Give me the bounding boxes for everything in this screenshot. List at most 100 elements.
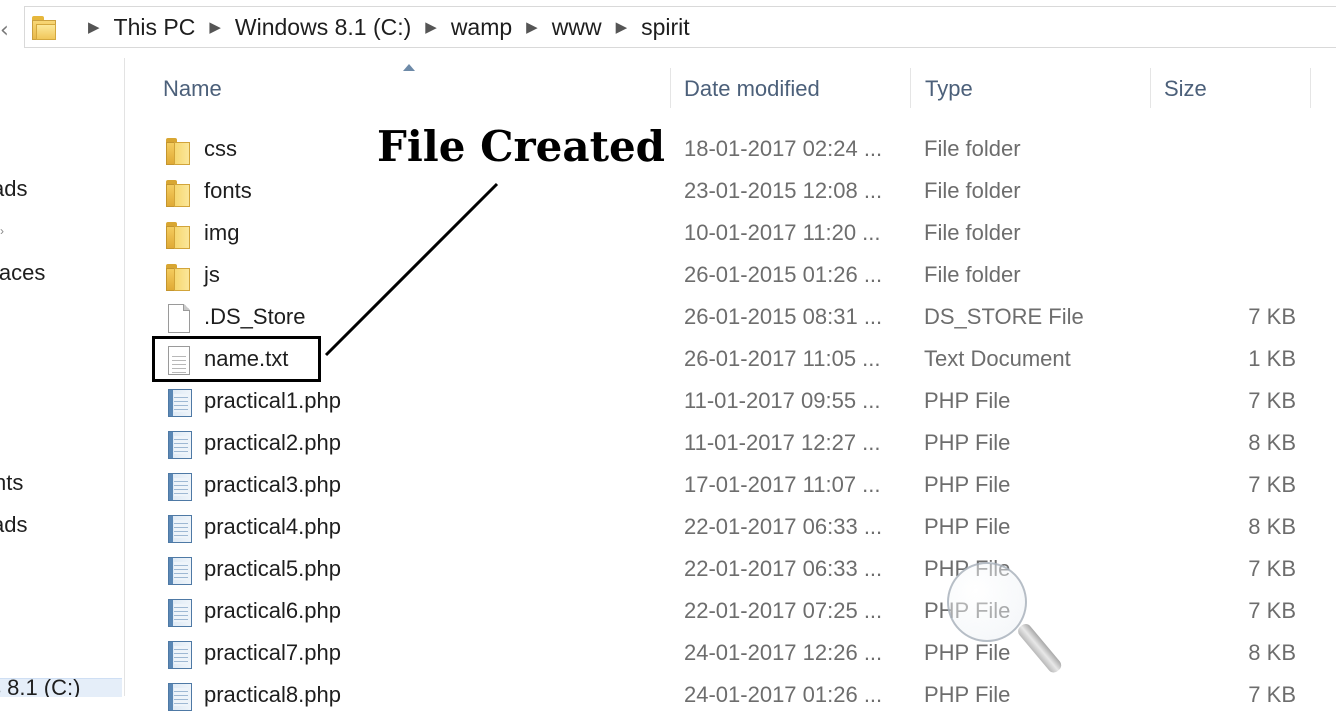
column-divider[interactable] [1150, 68, 1151, 108]
column-header-size[interactable]: Size [1164, 76, 1207, 102]
file-row[interactable]: name.txt 26-01-2017 11:05 ... Text Documen… [150, 338, 1320, 380]
file-row[interactable]: practical7.php 24-01-2017 12:26 ... PHP Fi… [150, 632, 1320, 674]
sort-ascending-icon [403, 64, 415, 71]
file-size: 1 KB [1248, 346, 1296, 371]
file-type: File folder [924, 262, 1021, 287]
file-row[interactable]: js 26-01-2015 01:26 ... File folder [150, 254, 1320, 296]
chevron-right-icon[interactable]: ▶ [526, 18, 538, 36]
file-name: practical4.php [204, 514, 341, 539]
file-row[interactable]: practical3.php 17-01-2017 11:07 ... PHP Fi… [150, 464, 1320, 506]
folder-icon [166, 220, 194, 250]
file-name: practical3.php [204, 472, 341, 497]
nav-item[interactable]: nts [0, 470, 23, 496]
file-name: practical5.php [204, 556, 341, 581]
breadcrumb-drive[interactable]: Windows 8.1 (C:) [235, 14, 411, 41]
php-file-icon [166, 640, 194, 670]
file-date-modified: 22-01-2017 06:33 ... [684, 514, 883, 539]
chevron-right-icon[interactable]: ▶ [88, 18, 100, 36]
file-name: practical8.php [204, 682, 341, 707]
file-size: 7 KB [1248, 556, 1296, 581]
file-size: 8 KB [1248, 640, 1296, 665]
file-row[interactable]: .DS_Store 26-01-2015 08:31 ... DS_STORE Fi… [150, 296, 1320, 338]
php-file-icon [166, 430, 194, 460]
nav-item[interactable]: ads [0, 512, 27, 538]
file-date-modified: 22-01-2017 06:33 ... [684, 556, 883, 581]
file-date-modified: 10-01-2017 11:20 ... [684, 220, 881, 245]
up-chevron-icon[interactable]: ‹ [0, 18, 9, 43]
breadcrumb-spirit[interactable]: spirit [641, 14, 690, 41]
blank-file-icon [166, 304, 194, 334]
file-size: 8 KB [1248, 430, 1296, 455]
breadcrumb-wamp[interactable]: wamp [451, 14, 512, 41]
file-row[interactable]: practical5.php22-01-2017 06:33 ...PHP Fi… [150, 548, 1320, 590]
file-type: DS_STORE File [924, 304, 1084, 329]
file-row[interactable]: practical2.php 11-01-2017 12:27 ... PHP Fi… [150, 422, 1320, 464]
chevron-right-icon[interactable]: ▶ [425, 18, 437, 36]
file-row[interactable]: css 18-01-2017 02:24 ... File folder [150, 128, 1320, 170]
breadcrumb-www[interactable]: www [552, 14, 602, 41]
php-file-icon [166, 682, 194, 712]
file-type: PHP File [924, 514, 1011, 539]
folder-icon [166, 136, 194, 166]
nav-item-label: s 8.1 (C:) [0, 678, 81, 697]
file-type: File folder [924, 136, 1021, 161]
file-row[interactable]: img 10-01-2017 11:20 ... File folder [150, 212, 1320, 254]
column-divider[interactable] [670, 68, 671, 108]
file-date-modified: 17-01-2017 11:07 ... [684, 472, 881, 497]
file-row[interactable]: practical1.php 11-01-2017 09:55 ... PHP Fi… [150, 380, 1320, 422]
file-name: practical2.php [204, 430, 341, 455]
file-date-modified: 11-01-2017 12:27 ... [684, 430, 881, 455]
navigation-pane: ads › laces nts ads s 8.1 (C:) [0, 58, 125, 697]
file-type: Text Document [924, 346, 1071, 371]
file-date-modified: 11-01-2017 09:55 ... [684, 388, 881, 413]
file-size: 7 KB [1248, 388, 1296, 413]
file-date-modified: 23-01-2015 12:08 ... [684, 178, 883, 203]
column-divider[interactable] [910, 68, 911, 108]
column-divider[interactable] [1310, 68, 1311, 108]
nav-expand-icon[interactable]: › [0, 224, 4, 238]
file-name: practical7.php [204, 640, 341, 665]
file-type: PHP File [924, 640, 1011, 665]
file-date-modified: 26-01-2015 01:26 ... [684, 262, 883, 287]
file-date-modified: 24-01-2017 12:26 ... [684, 640, 883, 665]
file-row[interactable]: practical4.php 22-01-2017 06:33 ... PHP Fi… [150, 506, 1320, 548]
file-row[interactable]: practical8.php 24-01-2017 01:26 ... PHP Fi… [150, 674, 1320, 716]
chevron-right-icon[interactable]: ▶ [616, 18, 628, 36]
breadcrumb-this-pc[interactable]: This PC [114, 14, 196, 41]
file-row[interactable]: practical6.php22-01-2017 07:25 ...PHP Fi… [150, 590, 1320, 632]
php-file-icon [166, 556, 194, 586]
chevron-right-icon[interactable]: ▶ [209, 18, 221, 36]
file-size: 7 KB [1248, 472, 1296, 497]
file-name: js [204, 262, 220, 287]
file-date-modified: 26-01-2017 11:05 ... [684, 346, 881, 371]
file-type: PHP File [924, 430, 1011, 455]
file-name: practical6.php [204, 598, 341, 623]
file-row[interactable]: fonts 23-01-2015 12:08 ... File folder [150, 170, 1320, 212]
file-size: 7 KB [1248, 304, 1296, 329]
file-date-modified: 26-01-2015 08:31 ... [684, 304, 883, 329]
nav-item-selected[interactable]: s 8.1 (C:) [0, 678, 122, 697]
file-date-modified: 22-01-2017 07:25 ... [684, 598, 883, 623]
php-file-icon [166, 514, 194, 544]
file-type: PHP File [924, 388, 1011, 413]
file-size: 7 KB [1248, 682, 1296, 707]
file-name: img [204, 220, 240, 245]
file-date-modified: 18-01-2017 02:24 ... [684, 136, 883, 161]
file-size: 8 KB [1248, 514, 1296, 539]
nav-item[interactable]: laces [0, 260, 45, 286]
file-size: 7 KB [1248, 598, 1296, 623]
file-name: .DS_Store [204, 304, 306, 329]
magnifier-icon [947, 562, 1027, 642]
annotation-label: File Created [377, 122, 666, 171]
column-header-type[interactable]: Type [925, 76, 973, 102]
file-name: css [204, 136, 237, 161]
address-bar[interactable]: ▶ This PC ▶ Windows 8.1 (C:) ▶ wamp ▶ ww… [24, 6, 1336, 48]
nav-item[interactable]: ads [0, 176, 27, 202]
file-date-modified: 24-01-2017 01:26 ... [684, 682, 883, 707]
file-type: File folder [924, 220, 1021, 245]
file-name: fonts [204, 178, 252, 203]
file-type: PHP File [924, 682, 1011, 707]
folder-icon [166, 262, 194, 292]
column-header-date[interactable]: Date modified [684, 76, 820, 102]
column-header-name[interactable]: Name [163, 76, 222, 102]
